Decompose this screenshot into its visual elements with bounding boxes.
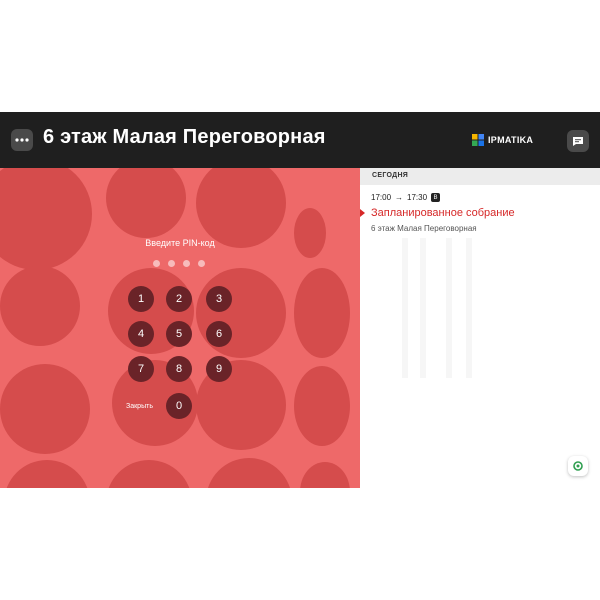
event-title[interactable]: Запланированное собрание	[371, 207, 515, 219]
arrow-right-icon: →	[395, 193, 404, 202]
decor-circle	[294, 268, 350, 358]
current-event-marker	[360, 209, 365, 217]
schedule-panel: СЕГОДНЯ 17:00 → 17:30 B Запланированное …	[360, 168, 600, 488]
pin-indicator	[153, 260, 205, 267]
event-time: 17:00 → 17:30 B	[371, 193, 441, 202]
pin-dot	[153, 260, 160, 267]
decor-circle	[0, 168, 92, 270]
key-1[interactable]: 1	[128, 286, 154, 312]
decor-circle	[294, 208, 326, 258]
menu-button[interactable]	[11, 129, 33, 151]
pin-dot	[198, 260, 205, 267]
key-3[interactable]: 3	[206, 286, 232, 312]
pin-prompt: Введите PIN-код	[145, 238, 215, 248]
brand-logo: IPMATIKA	[472, 133, 533, 147]
ipmatika-logo-icon	[472, 134, 484, 146]
decor-circle	[0, 364, 90, 454]
decor-circle	[206, 458, 292, 488]
decor-circle	[300, 462, 350, 488]
decor-circle	[0, 266, 80, 346]
key-2[interactable]: 2	[166, 286, 192, 312]
key-4[interactable]: 4	[128, 321, 154, 347]
day-header: СЕГОДНЯ	[360, 168, 600, 185]
key-9[interactable]: 9	[206, 356, 232, 382]
refresh-icon	[573, 461, 583, 471]
event-room: 6 этаж Малая Переговорная	[371, 224, 477, 233]
room-display-screen: 6 этаж Малая Переговорная IPMATIKA Введи…	[0, 112, 600, 488]
chat-button[interactable]	[567, 130, 589, 152]
key-0[interactable]: 0	[166, 393, 192, 419]
decor-stripe	[466, 238, 472, 378]
status-button[interactable]	[568, 456, 588, 476]
key-5[interactable]: 5	[166, 321, 192, 347]
header-bar: 6 этаж Малая Переговорная IPMATIKA	[0, 112, 600, 168]
pin-entry-panel: Введите PIN-код 1 2 3 4 5 6 7 8 9 Закрыт…	[0, 168, 360, 488]
decor-circle	[106, 460, 192, 488]
decor-stripe	[446, 238, 452, 378]
event-end: 17:30	[407, 193, 428, 202]
more-horizontal-icon	[15, 138, 29, 142]
event-badge: B	[431, 193, 441, 202]
decor-circle	[4, 460, 90, 488]
room-title: 6 этаж Малая Переговорная	[43, 126, 326, 148]
decor-circle	[294, 366, 350, 446]
decor-circle	[196, 268, 286, 358]
chat-icon	[573, 136, 583, 146]
decor-stripe	[402, 238, 408, 378]
close-button[interactable]: Закрыть	[126, 403, 153, 410]
pin-dot	[183, 260, 190, 267]
pin-dot	[168, 260, 175, 267]
key-8[interactable]: 8	[166, 356, 192, 382]
day-label: СЕГОДНЯ	[372, 172, 409, 179]
decor-stripe	[420, 238, 426, 378]
key-7[interactable]: 7	[128, 356, 154, 382]
decor-circle	[196, 168, 286, 248]
decor-circle	[106, 168, 186, 238]
brand-name: IPMATIKA	[488, 135, 534, 145]
event-start: 17:00	[371, 193, 392, 202]
key-6[interactable]: 6	[206, 321, 232, 347]
